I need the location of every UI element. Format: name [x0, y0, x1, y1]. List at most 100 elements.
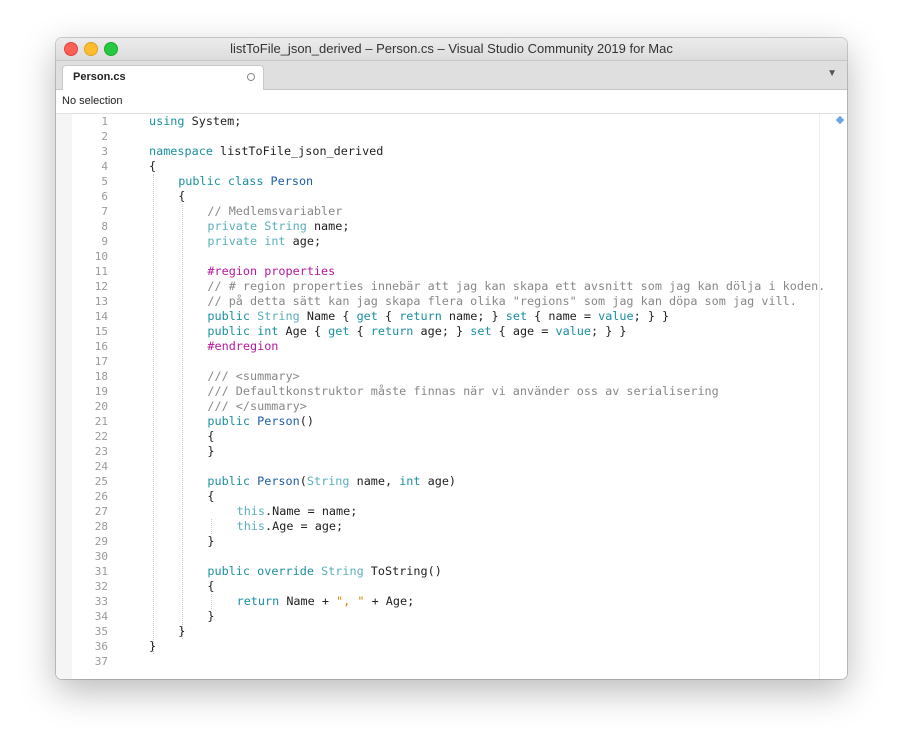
code-token: () [299, 414, 314, 428]
code-line[interactable]: this.Age = age; [237, 519, 344, 534]
code-line[interactable]: // # region properties innebär att jag k… [207, 279, 825, 294]
code-line[interactable]: public int Age { get { return age; } set… [207, 324, 626, 339]
path-bar: No selection [56, 90, 847, 114]
code-token: namespace [149, 144, 213, 158]
tab-person-cs[interactable]: Person.cs [62, 65, 264, 91]
code-token: { name = [527, 309, 599, 323]
line-number: 34 [94, 610, 108, 623]
code-line[interactable]: public String Name { get { return name; … [207, 309, 669, 324]
code-line[interactable]: using System; [149, 114, 241, 129]
line-number: 23 [94, 445, 108, 458]
line-number: 17 [94, 355, 108, 368]
code-token: /// Defaultkonstruktor måste finnas när … [207, 384, 719, 398]
code-token: #region properties [207, 264, 336, 278]
line-number: 2 [101, 130, 108, 143]
code-line[interactable]: public Person() [207, 414, 314, 429]
code-token: public [178, 174, 221, 188]
line-number: 35 [94, 625, 108, 638]
code-token: } [149, 639, 157, 653]
code-line[interactable]: this.Name = name; [237, 504, 358, 519]
code-line[interactable]: } [178, 624, 185, 639]
code-line[interactable]: private String name; [207, 219, 349, 234]
path-bar-label[interactable]: No selection [62, 95, 123, 107]
code-line[interactable]: #endregion [207, 339, 278, 354]
line-number: 36 [94, 640, 108, 653]
code-token: name; } [441, 309, 506, 323]
line-number: 4 [101, 160, 108, 173]
code-line[interactable]: } [207, 444, 214, 459]
line-number: 28 [94, 520, 108, 533]
editor-window: listToFile_json_derived – Person.cs – Vi… [56, 38, 847, 679]
code-line[interactable]: public override String ToString() [207, 564, 441, 579]
code-line[interactable]: } [207, 609, 214, 624]
code-line[interactable]: { [149, 159, 156, 174]
code-token: ; } } [590, 324, 627, 338]
code-token: { [149, 159, 157, 173]
chevron-down-icon[interactable]: ▼ [827, 68, 837, 79]
code-line[interactable]: { [178, 189, 185, 204]
code-token: value [598, 309, 634, 323]
code-token: System; [184, 114, 242, 128]
code-line[interactable]: } [207, 534, 214, 549]
code-line[interactable]: } [149, 639, 156, 654]
code-line[interactable]: public class Person [178, 174, 313, 189]
code-token: class [227, 174, 264, 188]
code-token: int [399, 474, 421, 488]
code-token: ; } } [633, 309, 670, 323]
line-number: 6 [101, 190, 108, 203]
code-token: name; [306, 219, 350, 233]
line-number: 37 [94, 655, 108, 668]
code-token: .Name = name; [265, 504, 358, 518]
code-token: String [257, 309, 300, 323]
code-token: Name { [299, 309, 357, 323]
code-token: } [207, 444, 215, 458]
line-number: 19 [94, 385, 108, 398]
title-bar: listToFile_json_derived – Person.cs – Vi… [56, 38, 847, 61]
code-line[interactable]: { [207, 429, 214, 444]
code-editor[interactable]: 1 2 3 4 5 6 7 8 9 10 11 12 13 14 15 16 17 18 19 20 21 22 23 24 2… [56, 114, 847, 679]
editor-right-margin-line [819, 114, 820, 679]
code-line[interactable]: namespace listToFile_json_derived [149, 144, 383, 159]
code-token: String [264, 219, 307, 233]
code-token: public [207, 414, 251, 428]
code-line[interactable]: // på detta sätt kan jag skapa flera oli… [207, 294, 797, 309]
code-token: Name + [279, 594, 337, 608]
line-number: 20 [94, 400, 108, 413]
line-number: 1 [101, 115, 108, 128]
window-title: listToFile_json_derived – Person.cs – Vi… [230, 41, 673, 56]
code-line[interactable]: /// Defaultkonstruktor måste finnas när … [207, 384, 718, 399]
code-token: return [370, 324, 414, 338]
code-line[interactable]: /// </summary> [207, 399, 306, 414]
code-token: Person [257, 414, 300, 428]
code-line[interactable]: { [207, 579, 214, 594]
indent-guide [182, 204, 183, 639]
code-line[interactable]: public Person(String name, int age) [207, 474, 456, 489]
code-line[interactable]: private int age; [207, 234, 321, 249]
code-token: name, [349, 474, 400, 488]
code-token: ", " [336, 594, 365, 608]
code-area[interactable]: using System; namespace listToFile_json_d… [149, 114, 845, 679]
close-tab-icon[interactable] [247, 73, 255, 81]
code-line[interactable]: // Medlemsvariabler [207, 204, 342, 219]
code-line[interactable]: { [207, 489, 214, 504]
code-token: String [306, 474, 350, 488]
code-line[interactable]: /// <summary> [207, 369, 299, 384]
code-token: using [149, 114, 185, 128]
code-line[interactable]: return Name + ", " + Age; [237, 594, 415, 609]
code-line[interactable]: #region properties [207, 264, 335, 279]
indent-guide [153, 174, 154, 654]
line-number: 26 [94, 490, 108, 503]
line-number: 11 [94, 265, 108, 278]
line-number: 13 [94, 295, 108, 308]
code-token: set [470, 324, 492, 338]
code-token: { [207, 489, 215, 503]
code-token: { [207, 429, 215, 443]
line-number: 12 [94, 280, 108, 293]
code-token: } [207, 534, 215, 548]
code-token: /// </summary> [207, 399, 307, 413]
code-token: .Age = age; [265, 519, 344, 533]
line-number: 15 [94, 325, 108, 338]
line-number: 29 [94, 535, 108, 548]
